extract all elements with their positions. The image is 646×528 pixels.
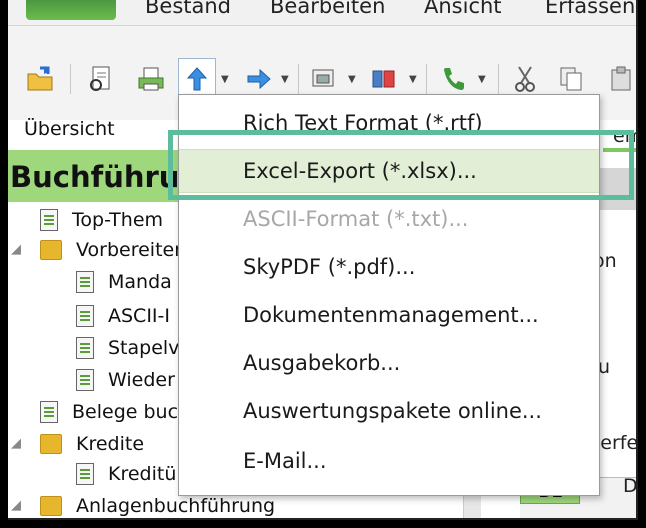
menu-item-ausgabekorb[interactable]: Ausgabekorb...	[179, 341, 599, 385]
tab-overview[interactable]: Übersicht	[24, 118, 115, 140]
tree-item-vorbereitende[interactable]: Vorbereiter	[40, 236, 182, 264]
tree-item-kredite[interactable]: Kredite	[40, 430, 144, 458]
tree-item-label: Anlagenbuchführung	[76, 495, 276, 517]
menu-ansicht[interactable]: Ansicht	[424, 0, 502, 18]
tree-item-label: Top-Them	[72, 209, 164, 231]
tree-item-label: Kredite	[76, 433, 145, 455]
menu-item-excel-export[interactable]: Excel-Export (*.xlsx)...	[179, 149, 599, 193]
tree-item-ascii[interactable]: ASCII-I	[76, 302, 170, 330]
menu-item-rtf[interactable]: Rich Text Format (*.rtf)	[179, 101, 599, 145]
tree-item-top-themen[interactable]: Top-Them	[40, 206, 163, 234]
layout-icon[interactable]	[365, 60, 403, 98]
tree-item-stapelverarbeitung[interactable]: Stapelv	[76, 334, 179, 362]
send-dropdown-chevron-icon[interactable]: ▼	[281, 74, 289, 85]
doc-icon	[40, 209, 58, 231]
tree-item-label: Kreditü	[108, 463, 177, 485]
menu-bearbeiten[interactable]: Bearbeiten	[270, 0, 385, 18]
collapse-arrow-icon[interactable]: ◢	[11, 242, 21, 257]
open-folder-icon[interactable]	[22, 60, 60, 98]
view-dropdown-chevron-icon[interactable]: ▼	[348, 74, 356, 85]
export-dropdown-chevron-icon[interactable]: ▼	[221, 74, 229, 85]
tree-item-label: Vorbereiter	[76, 239, 183, 261]
menu-bar: Bestand Bearbeiten Ansicht Erfassen	[8, 0, 636, 26]
phone-dropdown-chevron-icon[interactable]: ▼	[478, 74, 486, 85]
menu-item-skypdf[interactable]: SkyPDF (*.pdf)...	[179, 245, 599, 289]
right-text-em: em	[613, 125, 636, 147]
green-strip	[603, 148, 636, 152]
right-text-ierfe: ierfe	[595, 432, 638, 454]
folder-icon	[40, 434, 62, 454]
print-icon[interactable]	[132, 60, 170, 98]
toolbar-separator	[426, 64, 427, 94]
tree-item-kredituebersicht[interactable]: Kreditü	[76, 460, 176, 488]
folder-icon	[40, 496, 62, 516]
collapse-arrow-icon[interactable]: ◢	[11, 436, 21, 451]
menu-bestand[interactable]: Bestand	[145, 0, 231, 18]
column-header-da[interactable]: Da	[623, 475, 636, 497]
menu-item-auswertungspakete[interactable]: Auswertungspakete online...	[179, 389, 599, 433]
copy-icon[interactable]	[552, 60, 590, 98]
tree-item-mandant[interactable]: Manda	[76, 268, 172, 296]
toolbar-separator	[498, 64, 499, 94]
tree-item-label: Stapelv	[108, 337, 180, 359]
menu-erfassen[interactable]: Erfassen	[545, 0, 635, 18]
collapse-arrow-icon[interactable]: ◢	[11, 498, 21, 513]
export-dropdown-menu: Rich Text Format (*.rtf) Excel-Export (*…	[178, 94, 600, 496]
menu-item-ascii-format: ASCII-Format (*.txt)...	[243, 207, 469, 231]
cut-icon[interactable]	[506, 60, 544, 98]
app-window: Bestand Bearbeiten Ansicht Erfassen ▼ ▼ …	[8, 0, 638, 520]
print-preview-icon[interactable]	[82, 60, 120, 98]
tree-item-wiederkehrende[interactable]: Wieder	[76, 366, 175, 394]
menu-item-email[interactable]: E-Mail...	[179, 439, 599, 483]
doc-icon	[76, 305, 94, 327]
doc-icon	[76, 463, 94, 485]
layout-dropdown-chevron-icon[interactable]: ▼	[409, 74, 417, 85]
tree-item-label: Belege buc	[72, 401, 179, 423]
menu-item-dokumentenmanagement[interactable]: Dokumentenmanagement...	[179, 293, 599, 337]
phone-icon[interactable]	[434, 60, 472, 98]
doc-icon	[76, 337, 94, 359]
doc-icon	[40, 401, 58, 423]
tree-item-label: Manda	[108, 271, 172, 293]
panel-title: Buchführu	[10, 160, 180, 194]
tree-item-label: ASCII-I	[108, 305, 170, 327]
toolbar-separator	[298, 64, 299, 94]
app-logo	[26, 0, 116, 20]
folder-icon	[40, 240, 62, 260]
paste-icon[interactable]	[602, 60, 636, 98]
tree-item-label: Wieder	[108, 369, 175, 391]
toolbar-separator	[70, 64, 71, 94]
send-arrow-icon[interactable]	[240, 60, 278, 98]
doc-icon	[76, 369, 94, 391]
view-icon[interactable]	[305, 60, 343, 98]
tree-item-anlagenbuchfuehrung[interactable]: Anlagenbuchführung	[40, 492, 276, 518]
doc-icon	[76, 271, 94, 293]
tree-item-belege-buchen[interactable]: Belege buc	[40, 398, 178, 426]
export-up-arrow-icon[interactable]	[178, 58, 216, 98]
